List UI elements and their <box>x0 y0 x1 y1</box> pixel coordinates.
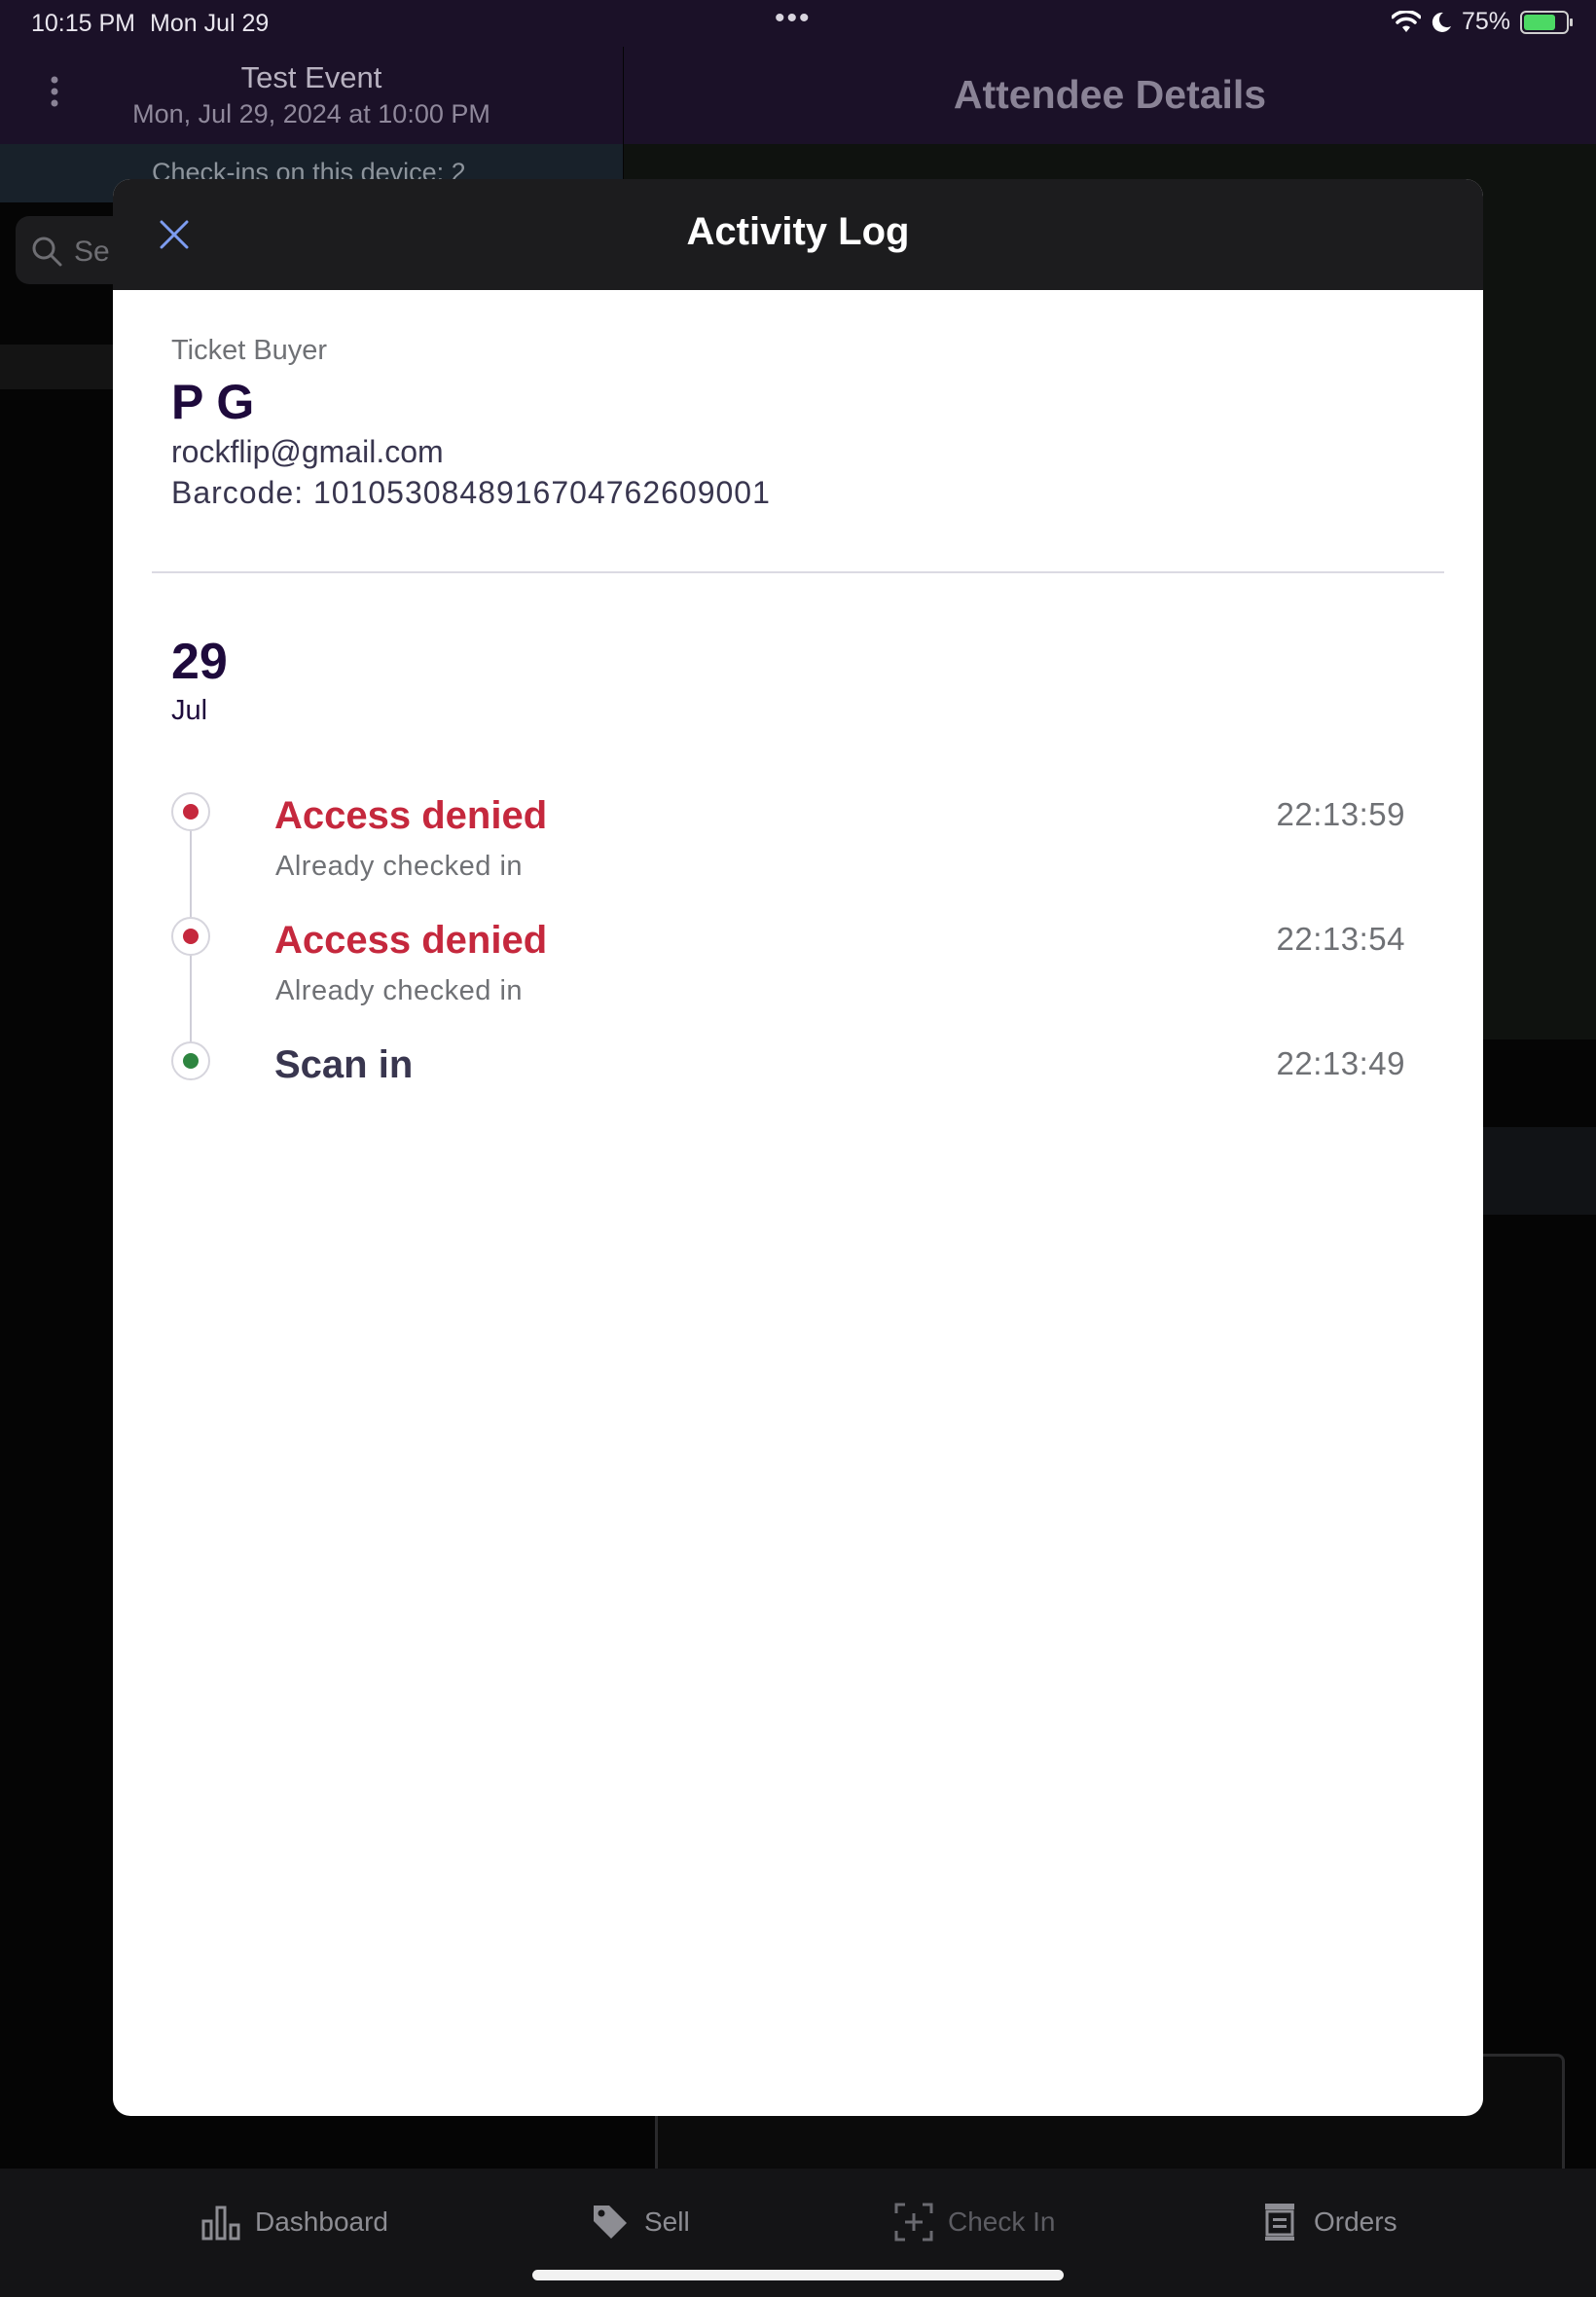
event-date: Mon, Jul 29, 2024 at 10:00 PM <box>132 99 490 128</box>
modal-header: Activity Log <box>113 179 1483 290</box>
status-dot-icon <box>171 1041 210 1080</box>
tag-icon <box>594 2206 627 2239</box>
battery-percent: 75% <box>1461 8 1510 35</box>
tab-sell[interactable]: Sell <box>590 2202 690 2242</box>
tab-label: Check In <box>948 2206 1056 2237</box>
log-entry-subtitle: Already checked in <box>275 851 524 882</box>
log-entry: Access denied Already checked in 22:13:5… <box>113 917 1483 1034</box>
status-dot-icon <box>171 792 210 831</box>
event-header: Test Event Mon, Jul 29, 2024 at 10:00 PM <box>0 47 623 144</box>
scan-plus-icon <box>894 2203 933 2242</box>
status-indicators: 75% <box>1391 8 1573 36</box>
log-entry-subtitle: Already checked in <box>275 975 524 1006</box>
log-date-day: 29 <box>171 634 228 690</box>
log-entry-title: Access denied <box>274 794 548 837</box>
event-title: Test Event <box>240 60 382 94</box>
status-time: 10:15 PM <box>31 10 136 37</box>
status-dot-fill <box>183 1053 199 1069</box>
ticket-buyer-label: Ticket Buyer <box>171 335 328 366</box>
log-entry-title: Access denied <box>274 919 548 962</box>
battery-icon <box>1520 10 1573 34</box>
status-bar: 10:15 PM Mon Jul 29 ••• 75% <box>0 0 1596 47</box>
tab-label: Sell <box>644 2206 690 2237</box>
status-dot-fill <box>183 804 199 820</box>
log-entry: Access denied Already checked in 22:13:5… <box>113 792 1483 909</box>
log-entry: Scan in 22:13:49 <box>113 1041 1483 1158</box>
orders-icon <box>1265 2204 1294 2241</box>
attendee-details-header: Attendee Details <box>624 47 1596 144</box>
status-date: Mon Jul 29 <box>150 10 270 37</box>
bar-chart-icon <box>201 2206 240 2241</box>
log-entry-time: 22:13:54 <box>1276 921 1405 957</box>
tab-orders[interactable]: Orders <box>1259 2202 1397 2242</box>
status-dot-fill <box>183 929 199 944</box>
divider <box>152 571 1444 573</box>
activity-log-modal: Activity Log Ticket Buyer P G rockflip@g… <box>113 179 1483 2116</box>
status-dot-icon <box>171 917 210 956</box>
multitasking-dots-icon[interactable]: ••• <box>775 2 812 35</box>
moon-icon <box>1432 12 1451 32</box>
buyer-name: P G <box>171 375 255 429</box>
home-indicator[interactable] <box>532 2270 1064 2280</box>
search-placeholder: Se <box>74 236 110 268</box>
buyer-email: rockflip@gmail.com <box>171 434 444 469</box>
tab-dashboard[interactable]: Dashboard <box>200 2202 388 2242</box>
ipad-screen: 10:15 PM Mon Jul 29 ••• 75% Test Event M… <box>0 0 1596 2297</box>
tab-label: Dashboard <box>255 2206 388 2237</box>
search-icon <box>32 237 62 267</box>
log-entry-time: 22:13:49 <box>1276 1045 1405 1081</box>
wifi-icon <box>1391 10 1421 32</box>
modal-title: Activity Log <box>686 210 910 253</box>
battery-level <box>1524 14 1555 30</box>
log-entry-title: Scan in <box>274 1043 414 1086</box>
buyer-barcode: Barcode: 1010530848916704762609001 <box>171 475 771 510</box>
log-entry-time: 22:13:59 <box>1276 796 1405 832</box>
tab-label: Orders <box>1314 2206 1397 2237</box>
log-date-month: Jul <box>171 695 208 726</box>
page-title: Attendee Details <box>953 72 1267 117</box>
tab-check-in[interactable]: Check In <box>893 2202 1056 2242</box>
